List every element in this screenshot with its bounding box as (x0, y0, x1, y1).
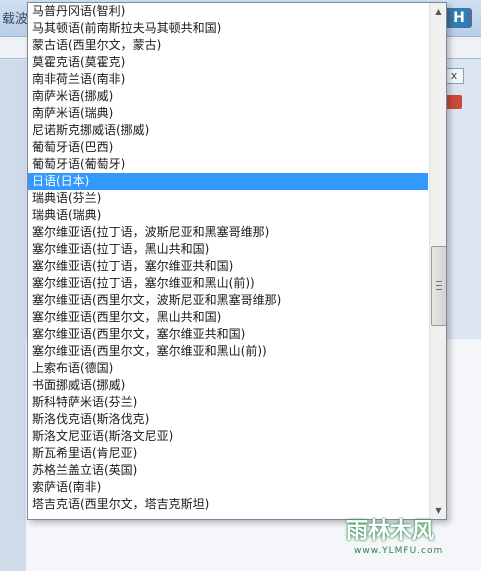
pane-close-icon[interactable]: x (444, 68, 464, 84)
language-option[interactable]: 塞尔维亚语(拉丁语，波斯尼亚和黑塞哥维那) (28, 224, 428, 241)
language-option[interactable]: 塞尔维亚语(西里尔文，黑山共和国) (28, 309, 428, 326)
language-option[interactable]: 塞尔维亚语(拉丁语，塞尔维亚和黑山(前)) (28, 275, 428, 292)
language-option[interactable]: 尼诺斯克挪威语(挪威) (28, 122, 428, 139)
language-option[interactable]: 瑞典语(芬兰) (28, 190, 428, 207)
watermark: 雨林木风 www.YLMFU.com (340, 503, 470, 565)
watermark-logo: 雨林木风 (346, 519, 435, 544)
language-option[interactable]: 斯洛文尼亚语(斯洛文尼亚) (28, 428, 428, 445)
language-option[interactable]: 索萨语(南非) (28, 479, 428, 496)
app-logo-icon: H (450, 9, 468, 27)
language-option[interactable]: 南萨米语(挪威) (28, 88, 428, 105)
language-option[interactable]: 上索布语(德国) (28, 360, 428, 377)
scrollbar-thumb[interactable] (431, 246, 446, 326)
language-option[interactable]: 斯洛伐克语(斯洛伐克) (28, 411, 428, 428)
background-close-button[interactable] (446, 95, 462, 109)
language-option[interactable]: 莫霍克语(莫霍克) (28, 54, 428, 71)
watermark-url: www.YLMFU.com (354, 546, 444, 556)
language-option[interactable]: 书面挪威语(挪威) (28, 377, 428, 394)
language-option[interactable]: 日语(日本) (28, 173, 428, 190)
language-option[interactable]: 塞尔维亚语(西里尔文，塞尔维亚共和国) (28, 326, 428, 343)
background-title-text: 载波 (2, 12, 29, 27)
background-left-strip (0, 60, 26, 571)
language-option[interactable]: 马普丹冈语(智利) (28, 3, 428, 20)
language-option[interactable]: 瑞典语(瑞典) (28, 207, 428, 224)
vertical-scrollbar[interactable]: ▲ ▼ (429, 3, 446, 519)
language-option[interactable]: 塞尔维亚语(西里尔文，塞尔维亚和黑山(前)) (28, 343, 428, 360)
language-option[interactable]: 葡萄牙语(巴西) (28, 139, 428, 156)
language-option[interactable]: 南非荷兰语(南非) (28, 71, 428, 88)
language-list: 马普丹冈语(智利) 马其顿语(前南斯拉夫马其顿共和国) 蒙古语(西里尔文，蒙古) 莫霍… (28, 3, 428, 513)
language-option[interactable]: 塞尔维亚语(拉丁语，塞尔维亚共和国) (28, 258, 428, 275)
thumb-grip-icon (436, 281, 442, 290)
language-option[interactable]: 南萨米语(瑞典) (28, 105, 428, 122)
language-option[interactable]: 苏格兰盖立语(英国) (28, 462, 428, 479)
language-option[interactable]: 塞尔维亚语(西里尔文，波斯尼亚和黑塞哥维那) (28, 292, 428, 309)
language-dropdown-list[interactable]: 马普丹冈语(智利) 马其顿语(前南斯拉夫马其顿共和国) 蒙古语(西里尔文，蒙古) 莫霍… (27, 2, 447, 520)
language-option[interactable]: 蒙古语(西里尔文，蒙古) (28, 37, 428, 54)
language-option[interactable]: 马其顿语(前南斯拉夫马其顿共和国) (28, 20, 428, 37)
language-option[interactable]: 葡萄牙语(葡萄牙) (28, 156, 428, 173)
language-option[interactable]: 斯瓦希里语(肯尼亚) (28, 445, 428, 462)
language-option[interactable]: 斯科特萨米语(芬兰) (28, 394, 428, 411)
language-option[interactable]: 塞尔维亚语(拉丁语，黑山共和国) (28, 241, 428, 258)
scroll-up-arrow-icon[interactable]: ▲ (430, 3, 446, 20)
